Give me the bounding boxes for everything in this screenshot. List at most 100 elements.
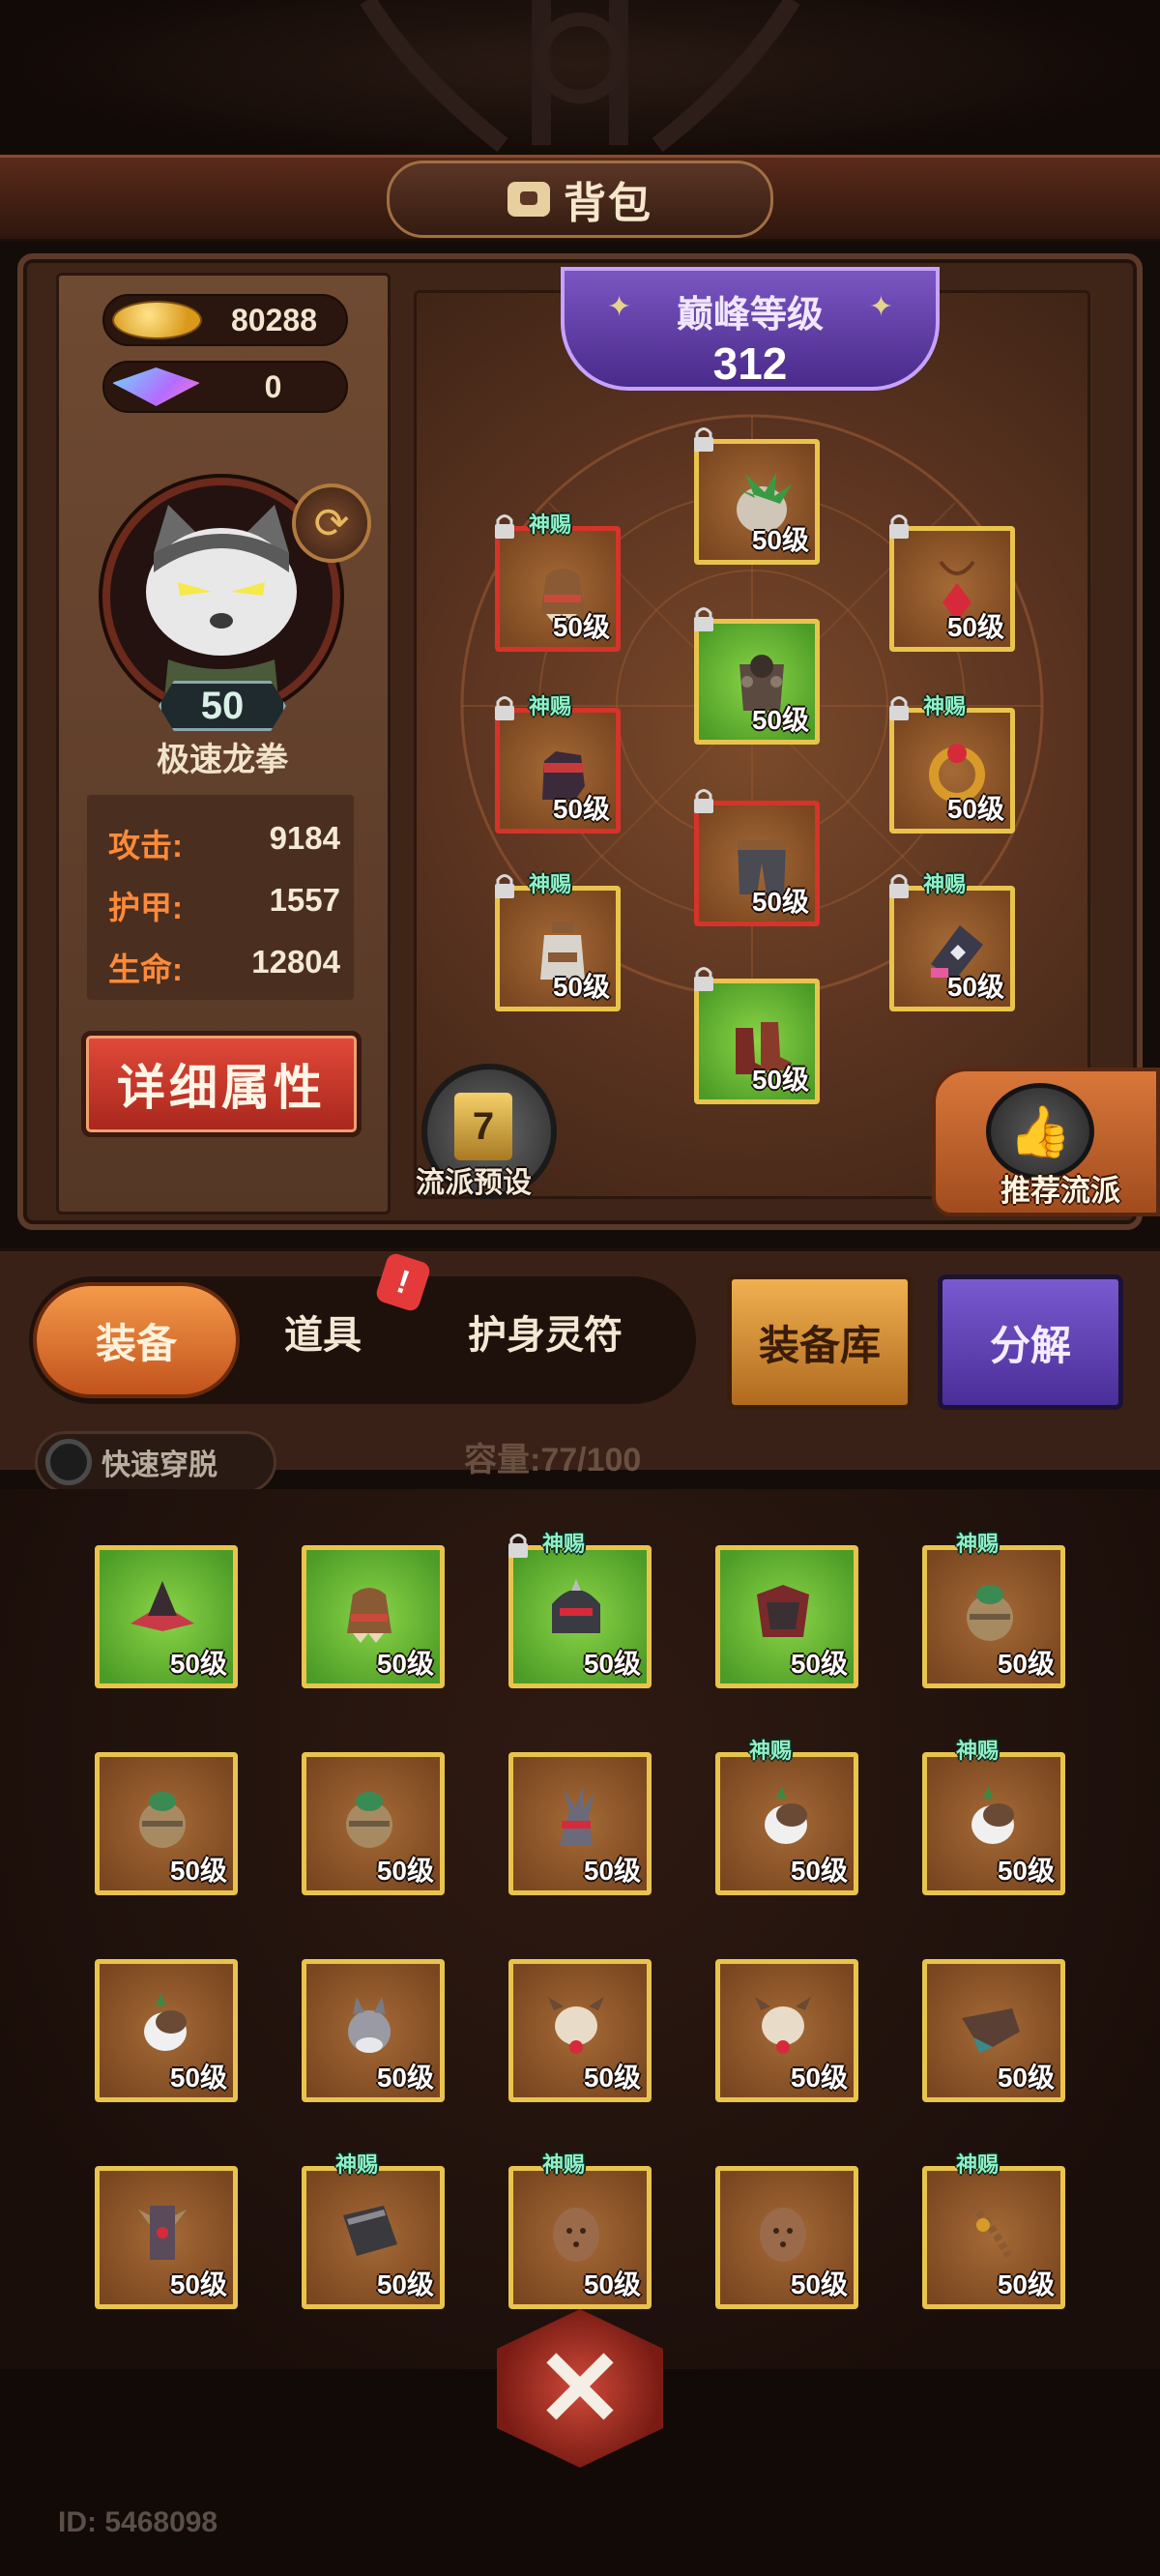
sect-preset-label: 流派预设 [416, 1167, 532, 1199]
quick-dress-toggle[interactable]: 快速穿脱 [35, 1431, 276, 1493]
capacity-label: 容量:77/100 [464, 1442, 642, 1478]
lock-icon [495, 514, 514, 539]
gauntlet-icon [347, 1588, 392, 1643]
star-icon: ✦ [607, 291, 632, 323]
equipped-slot[interactable]: 50级 [694, 789, 820, 926]
divine-tag: 神赐 [542, 1532, 586, 1556]
item-level: 50级 [997, 1649, 1055, 1679]
inventory-item[interactable]: 50级 [95, 1959, 238, 2102]
helmet-icon [552, 1579, 600, 1633]
item-level: 50级 [376, 1856, 434, 1886]
lock-icon [889, 874, 909, 898]
item-level: 50级 [583, 1649, 641, 1679]
gold-counter: 80288 [102, 294, 348, 346]
inventory-item[interactable]: 50级 神赐 [302, 2152, 445, 2309]
item-level: 50级 [583, 2269, 641, 2299]
equipped-slot[interactable]: 50级 神赐 [495, 872, 621, 1011]
lock-icon [694, 967, 713, 991]
inventory-item[interactable]: 50级 [715, 1959, 858, 2102]
lock-icon [889, 696, 909, 720]
item-level: 50级 [552, 794, 610, 824]
gem-amount: 0 [264, 368, 282, 404]
hero-level-badge: 50 [159, 681, 286, 731]
detail-attributes-button[interactable]: 详细属性 [81, 1031, 362, 1137]
inventory-item[interactable]: 50级 神赐 [715, 1739, 858, 1895]
item-level: 50级 [997, 2269, 1055, 2299]
lock-icon [694, 427, 713, 452]
inventory-item[interactable]: 50级 [302, 1545, 445, 1688]
sect-card-icon: 7 [454, 1093, 512, 1160]
equipped-slot[interactable]: 50级 神赐 [495, 694, 621, 834]
equipped-slot[interactable]: 50级 神赐 [495, 512, 621, 652]
equipped-slot[interactable]: 50级 神赐 [889, 694, 1015, 834]
hat-icon [130, 1581, 194, 1631]
inventory-item[interactable]: 50级 [302, 1959, 445, 2102]
equipped-slot[interactable]: 50级 [694, 967, 820, 1104]
inventory-item[interactable]: 50级 神赐 [922, 2152, 1065, 2309]
stat-label: 护甲: [108, 890, 183, 925]
wolf-icon [348, 1997, 391, 2053]
item-level: 50级 [997, 1856, 1055, 1886]
inventory-item[interactable]: 50级 [95, 2166, 238, 2309]
item-level: 50级 [946, 794, 1004, 824]
decompose-button[interactable]: 分解 [938, 1274, 1123, 1410]
inventory-item[interactable]: 50级 [715, 1545, 858, 1688]
inventory-item[interactable]: 50级 神赐 [922, 1739, 1065, 1895]
divine-tag: 神赐 [529, 512, 572, 537]
inventory-item[interactable]: 50级 [508, 1959, 652, 2102]
item-level: 50级 [751, 705, 809, 735]
pouch-icon [346, 1792, 392, 1848]
tab-equipment[interactable]: 装备 [33, 1282, 240, 1398]
divine-tag: 神赐 [956, 2152, 1000, 2177]
lock-icon [889, 514, 909, 539]
ornament-decoration [360, 0, 800, 153]
equipment-library-button[interactable]: 装备库 [727, 1274, 913, 1410]
inventory-item[interactable]: 50级 神赐 [922, 1532, 1065, 1688]
equipped-slot[interactable]: 50级 神赐 [889, 872, 1015, 1011]
stat-armor: 护甲: 1557 [108, 882, 340, 928]
item-level: 50级 [751, 1065, 809, 1095]
item-level: 50级 [376, 2063, 434, 2093]
crossed-swords-icon: ✕ [535, 2329, 625, 2448]
inventory-item[interactable]: 50级 [302, 1752, 445, 1895]
tab-items[interactable]: 道具 [284, 1303, 362, 1360]
beads-icon [969, 2203, 1012, 2258]
divine-tag: 神赐 [749, 1739, 793, 1763]
lock-icon [694, 789, 713, 813]
stat-health: 生命: 12804 [108, 944, 340, 990]
lock-icon [495, 696, 514, 720]
armor-icon [757, 1585, 809, 1637]
egg-icon [553, 2208, 599, 2262]
stat-label: 攻击: [108, 828, 183, 864]
item-level: 50级 [583, 1856, 641, 1886]
item-level: 50级 [751, 887, 809, 917]
item-level: 50级 [790, 2269, 848, 2299]
peak-level-banner: ✦ ✦ 巅峰等级 312 [561, 267, 940, 391]
item-level: 50级 [376, 2269, 434, 2299]
item-level: 50级 [790, 2063, 848, 2093]
star-icon: ✦ [868, 291, 893, 323]
item-level: 50级 [583, 2063, 641, 2093]
page-title: 背包 [564, 180, 652, 227]
inventory-item[interactable]: 50级 [715, 2166, 858, 2309]
stat-label: 生命: [108, 951, 183, 987]
toggle-icon [45, 1439, 92, 1485]
equipped-slot[interactable]: 50级 [694, 607, 820, 745]
tab-talismans[interactable]: 护身灵符 [468, 1303, 623, 1360]
inventory-item[interactable]: 50级 [95, 1752, 238, 1895]
inventory-item[interactable]: 50级 神赐 [508, 1532, 652, 1688]
swap-hero-button[interactable]: ⟳ [292, 483, 371, 563]
equipped-slot[interactable]: 50级 [694, 427, 820, 565]
skull-icon [548, 1997, 604, 2054]
lock-icon [694, 607, 713, 631]
inventory-item[interactable]: 50级 神赐 [508, 2152, 652, 2309]
pouch-icon [967, 1585, 1013, 1641]
divine-tag: 神赐 [956, 1532, 1000, 1556]
equipped-slot[interactable]: 50级 [889, 514, 1015, 652]
inventory-item[interactable]: 50级 [95, 1545, 238, 1688]
inventory-item[interactable]: 50级 [508, 1752, 652, 1895]
thumbs-up-icon: 👍 [986, 1083, 1094, 1180]
lock-icon [508, 1534, 528, 1558]
inventory-item[interactable]: 50级 [922, 1959, 1065, 2102]
divine-tag: 神赐 [956, 1739, 1000, 1763]
